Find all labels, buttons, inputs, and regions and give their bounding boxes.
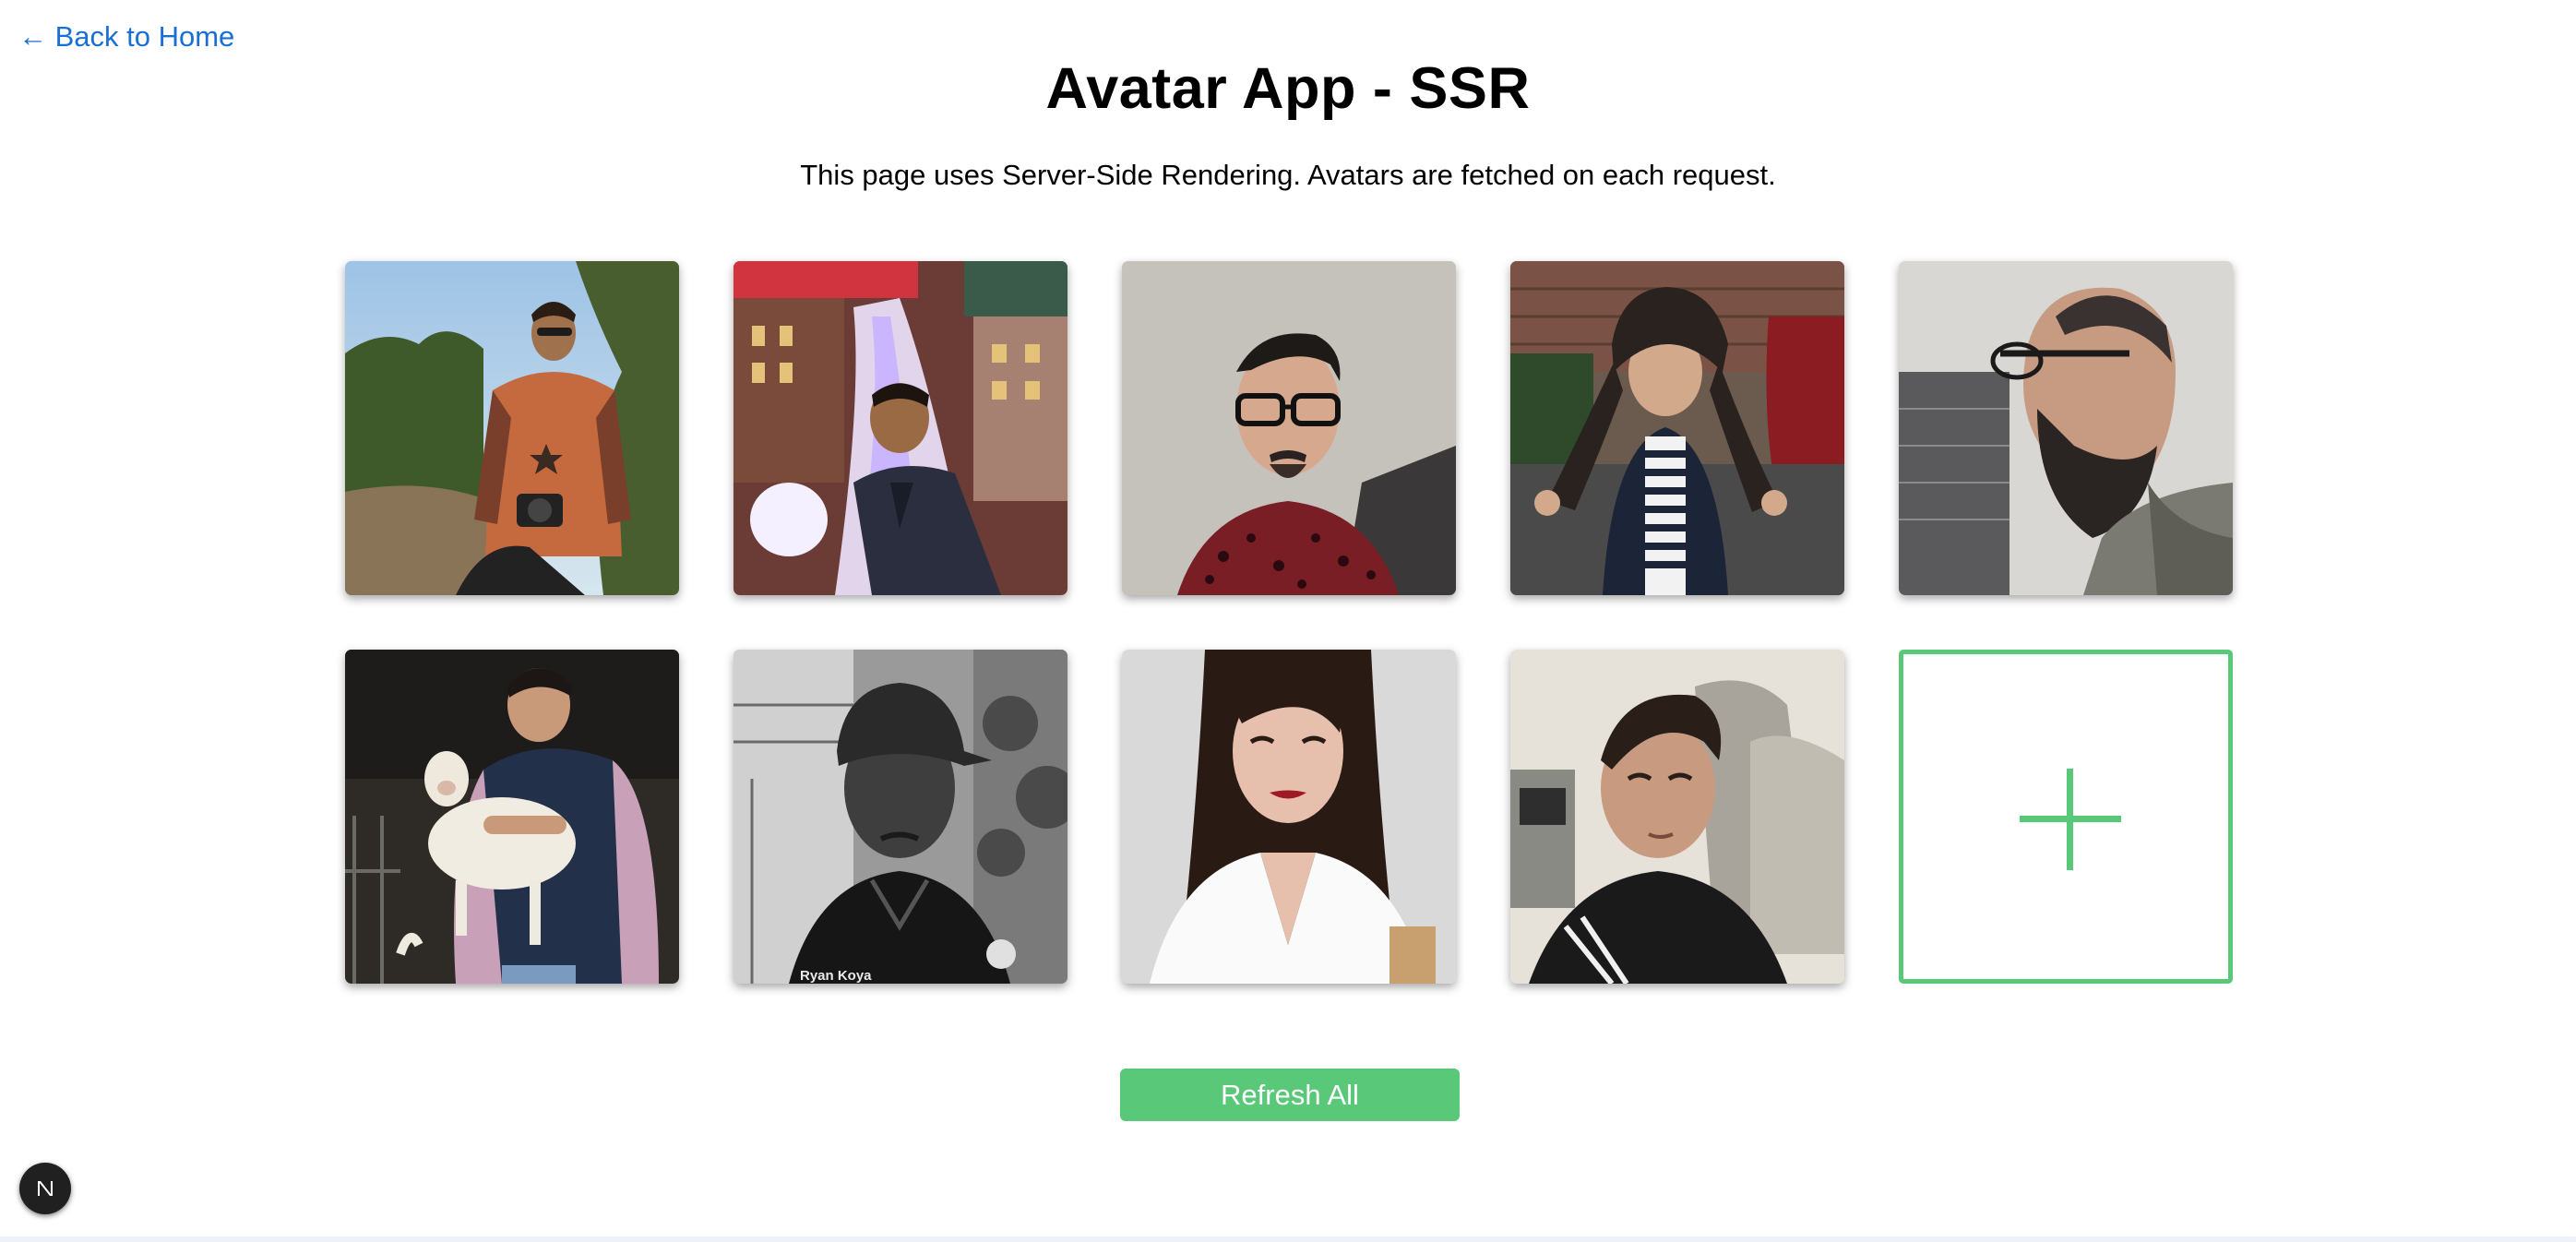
refresh-all-button[interactable]: Refresh All — [1120, 1069, 1460, 1121]
avatar-photo-7 — [733, 650, 1067, 984]
avatar-photo-1 — [345, 261, 679, 595]
avatar-photo-9 — [1510, 650, 1844, 984]
avatar-photo-2 — [733, 261, 1067, 595]
avatar-photo-5 — [1899, 261, 2233, 595]
avatar-tile[interactable] — [1510, 261, 1844, 595]
page-title: Avatar App - SSR — [1045, 56, 1531, 121]
avatar-tile[interactable] — [1899, 261, 2233, 595]
avatar-tile[interactable] — [1122, 261, 1456, 595]
avatar-caption: Ryan Koya — [800, 968, 872, 984]
add-avatar-button[interactable] — [1899, 650, 2233, 984]
avatar-tile[interactable]: Ryan Koya — [733, 650, 1067, 984]
page-bottom-edge — [0, 1236, 2576, 1242]
avatar-tile[interactable] — [345, 261, 679, 595]
avatar-photo-6 — [345, 650, 679, 984]
nextjs-devtools-button[interactable] — [19, 1163, 71, 1214]
avatar-tile[interactable] — [345, 650, 679, 984]
avatar-tile[interactable] — [1122, 650, 1456, 984]
plus-icon — [2067, 769, 2073, 870]
nextjs-icon — [38, 1181, 53, 1196]
avatar-grid: Ryan Koya — [345, 261, 2233, 984]
avatar-photo-3 — [1122, 261, 1456, 595]
avatar-tile[interactable] — [1510, 650, 1844, 984]
page-subtitle: This page uses Server-Side Rendering. Av… — [800, 159, 1776, 191]
avatar-tile[interactable] — [733, 261, 1067, 595]
avatar-photo-8 — [1122, 650, 1456, 984]
back-to-home-link[interactable]: ← Back to Home — [18, 20, 234, 54]
avatar-photo-4 — [1510, 261, 1844, 595]
